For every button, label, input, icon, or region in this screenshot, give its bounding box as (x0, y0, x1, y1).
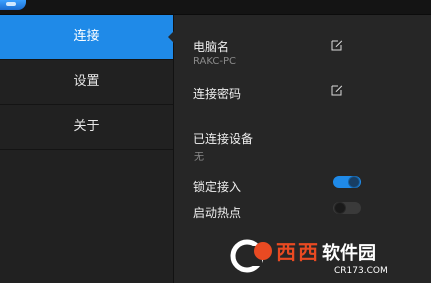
pc-name-label: 电脑名 (193, 40, 230, 54)
title-bar[interactable] (0, 0, 431, 15)
sidebar-item-label: 关于 (73, 119, 100, 134)
sidebar-item-connect[interactable]: 连接 (0, 15, 174, 60)
sidebar-item-label: 设置 (73, 74, 100, 89)
app-logo-icon (0, 0, 26, 10)
sidebar: 连接 设置 关于 (0, 15, 174, 283)
watermark-url: CR173.COM (334, 266, 388, 276)
lock-access-label: 锁定接入 (193, 180, 242, 194)
sidebar-item-about[interactable]: 关于 (0, 105, 173, 150)
watermark-logo: 西 西 软件园 CR173.COM (230, 239, 388, 276)
pc-name-value: RAKC-PC (193, 56, 236, 67)
edit-icon[interactable] (331, 84, 343, 96)
svg-text:软件园: 软件园 (322, 242, 376, 264)
svg-text:西: 西 (298, 240, 318, 264)
app-window: 连接 设置 关于 电脑名 RAKC-PC 连接密码 已连接设备 无 锁定接入 启… (0, 0, 431, 283)
hotspot-label: 启动热点 (193, 206, 242, 220)
hotspot-toggle[interactable] (333, 202, 361, 214)
svg-text:西: 西 (276, 240, 296, 264)
lock-access-toggle[interactable] (333, 176, 361, 188)
sidebar-item-settings[interactable]: 设置 (0, 60, 173, 105)
connected-devices-label: 已连接设备 (193, 132, 254, 146)
toggle-knob (349, 177, 359, 187)
edit-icon[interactable] (331, 39, 343, 51)
toggle-knob (335, 203, 345, 213)
sidebar-item-label: 连接 (73, 29, 100, 44)
password-label: 连接密码 (193, 87, 242, 101)
connected-devices-value: 无 (194, 152, 204, 163)
